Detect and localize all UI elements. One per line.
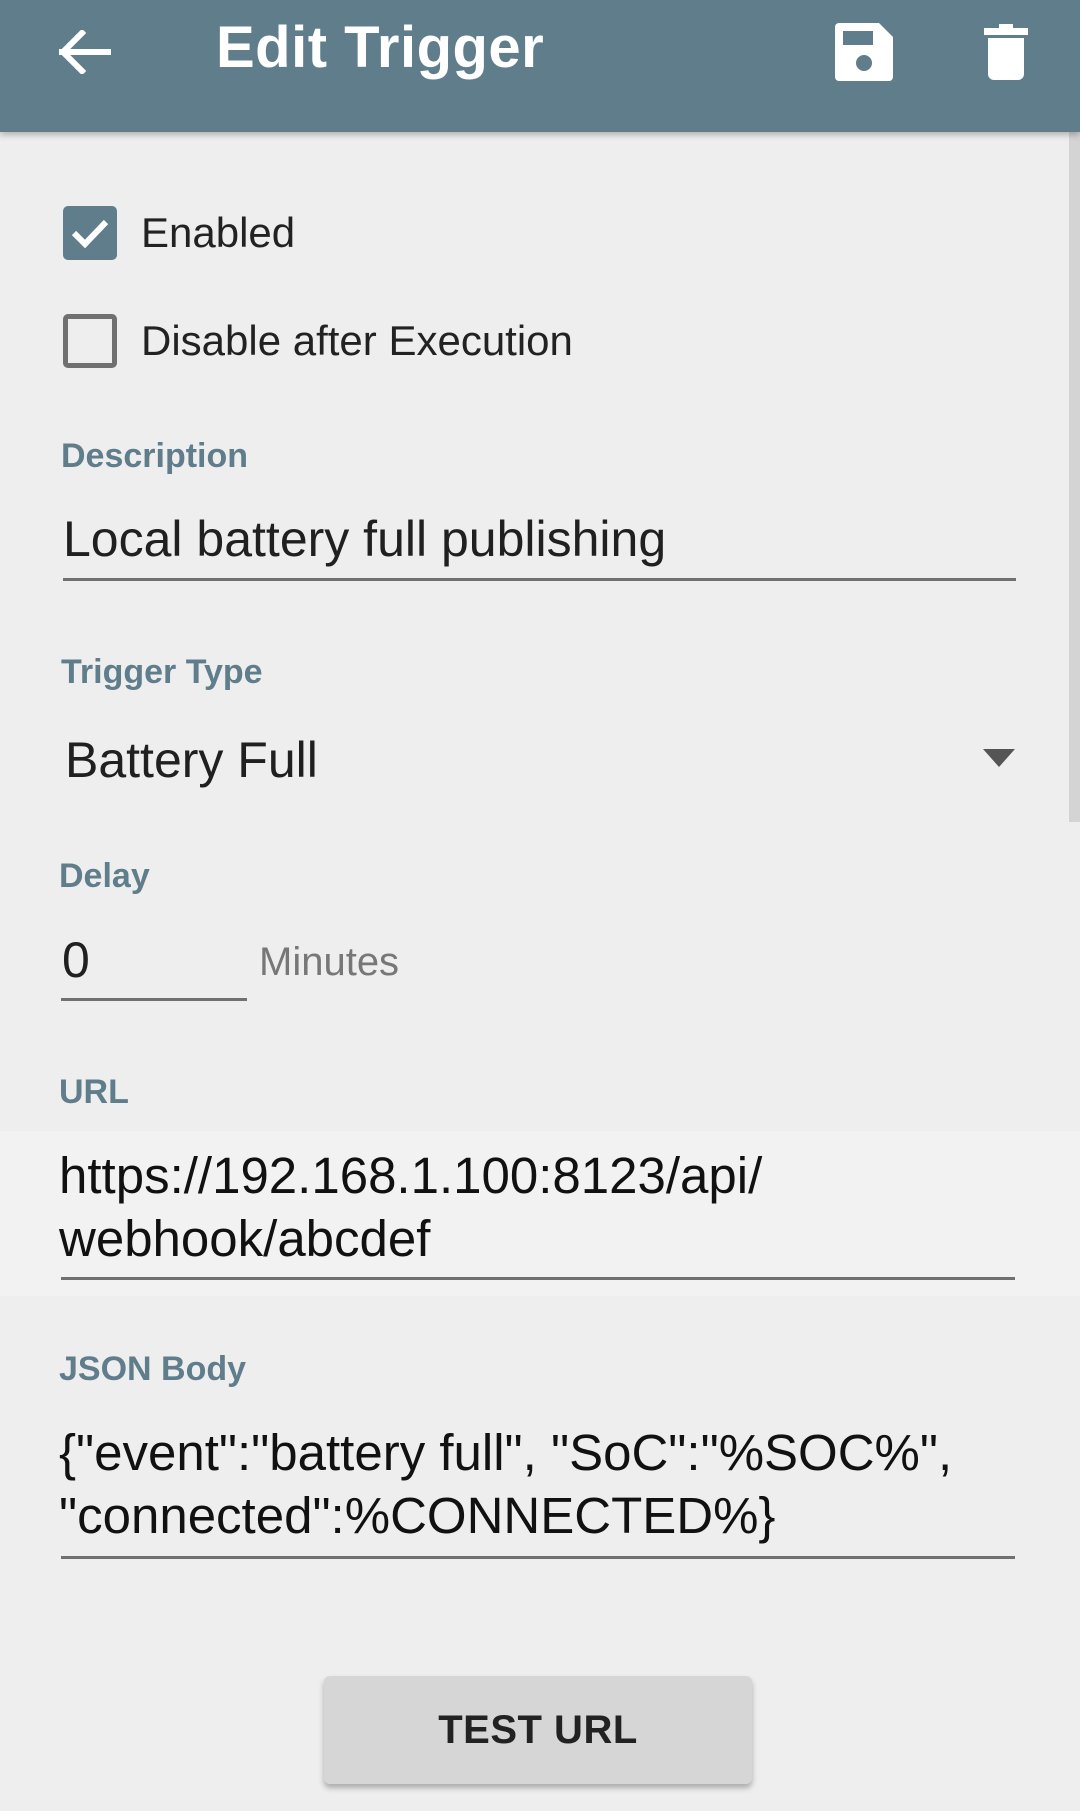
json-body-label: JSON Body — [59, 1350, 247, 1388]
url-input[interactable]: https://192.168.1.100:8123/api/ webhook/… — [59, 1144, 762, 1270]
save-icon[interactable] — [826, 14, 902, 90]
json-body-line-2: "connected":%CONNECTED%} — [59, 1487, 776, 1544]
url-underline — [61, 1277, 1015, 1280]
disable-after-execution-label: Disable after Execution — [141, 317, 573, 364]
scrollbar[interactable] — [1069, 132, 1080, 822]
description-input[interactable]: Local battery full publishing — [63, 510, 666, 568]
delay-unit-label: Minutes — [259, 940, 400, 984]
app-bar: Edit Trigger — [0, 0, 1080, 132]
enabled-checkbox[interactable] — [63, 206, 117, 260]
dropdown-arrow-icon[interactable] — [983, 749, 1015, 767]
trash-icon[interactable] — [968, 14, 1044, 90]
description-underline — [63, 578, 1016, 581]
back-arrow-icon[interactable] — [50, 20, 120, 84]
disable-after-execution-checkbox[interactable] — [63, 314, 117, 368]
enabled-checkbox-row[interactable]: Enabled — [63, 205, 295, 261]
json-body-input[interactable]: {"event":"battery full", "SoC":"%SOC%", … — [59, 1421, 952, 1547]
disable-after-execution-row[interactable]: Disable after Execution — [63, 313, 573, 369]
url-label: URL — [59, 1073, 129, 1111]
json-body-underline — [61, 1556, 1015, 1559]
trigger-type-select[interactable]: Battery Full — [65, 731, 318, 789]
page-title: Edit Trigger — [216, 15, 545, 80]
delay-label: Delay — [59, 857, 150, 895]
url-line-1: https://192.168.1.100:8123/api/ — [59, 1147, 763, 1204]
delay-underline — [61, 998, 247, 1001]
url-line-2: webhook/abcdef — [59, 1210, 431, 1267]
description-label: Description — [61, 437, 249, 475]
delay-input[interactable]: 0 — [62, 931, 90, 989]
enabled-label: Enabled — [141, 209, 296, 256]
trigger-type-label: Trigger Type — [61, 653, 263, 691]
json-body-line-1: {"event":"battery full", "SoC":"%SOC%", — [59, 1424, 953, 1481]
test-url-button[interactable]: TEST URL — [324, 1676, 752, 1784]
